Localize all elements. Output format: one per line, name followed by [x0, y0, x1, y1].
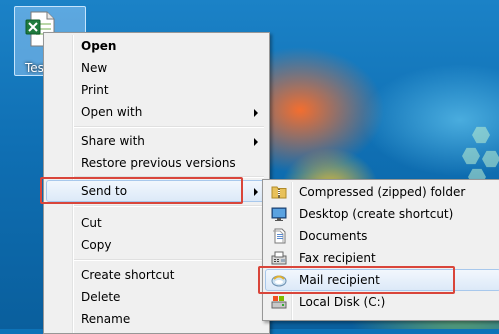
menu-item-new[interactable]: New [46, 57, 266, 79]
menu-item-open-with[interactable]: Open with [46, 101, 266, 123]
submenu-item-label: Local Disk (C:) [299, 295, 386, 309]
menu-item-label: Restore previous versions [81, 156, 236, 170]
menu-item-create-shortcut[interactable]: Create shortcut [46, 264, 266, 286]
menu-item-print[interactable]: Print [46, 79, 266, 101]
menu-separator [74, 259, 264, 261]
send-to-local-disk[interactable]: Local Disk (C:) [265, 291, 499, 313]
menu-item-restore-previous-versions[interactable]: Restore previous versions [46, 152, 266, 174]
menu-item-cut[interactable]: Cut [46, 212, 266, 234]
fax-icon [271, 251, 287, 265]
menu-item-label: Cut [81, 216, 102, 230]
menu-item-rename[interactable]: Rename [46, 308, 266, 330]
menu-item-delete[interactable]: Delete [46, 286, 266, 308]
menu-item-label: Delete [81, 290, 121, 304]
send-to-compressed-folder[interactable]: Compressed (zipped) folder [265, 181, 499, 203]
menu-item-label: Open with [81, 105, 143, 119]
menu-separator [74, 126, 264, 128]
menu-item-label: Print [81, 83, 109, 97]
submenu-arrow-icon [254, 138, 258, 146]
submenu-item-label: Documents [299, 229, 368, 243]
send-to-documents[interactable]: Documents [265, 225, 499, 247]
submenu-arrow-icon [254, 188, 258, 196]
send-to-desktop[interactable]: Desktop (create shortcut) [265, 203, 499, 225]
send-to-submenu: Compressed (zipped) folder Desktop (crea… [262, 179, 499, 321]
annotation-box-send-to [40, 177, 243, 204]
menu-item-label: Create shortcut [81, 268, 175, 282]
menu-item-label: Share with [81, 134, 145, 148]
menu-item-open[interactable]: Open [46, 35, 266, 57]
desktop-icon [271, 207, 287, 221]
menu-item-copy[interactable]: Copy [46, 234, 266, 256]
zip-folder-icon [271, 186, 287, 199]
submenu-item-label: Fax recipient [299, 251, 376, 265]
menu-item-label: Copy [81, 238, 112, 252]
submenu-arrow-icon [254, 109, 258, 117]
local-disk-icon [271, 296, 287, 309]
menu-separator [74, 205, 264, 207]
menu-item-label: Rename [81, 312, 131, 326]
menu-item-label: New [81, 61, 108, 75]
annotation-box-mail-recipient [258, 266, 455, 294]
submenu-item-label: Desktop (create shortcut) [299, 207, 454, 221]
menu-item-label: Open [81, 39, 117, 53]
menu-item-share-with[interactable]: Share with [46, 130, 266, 152]
submenu-item-label: Compressed (zipped) folder [299, 185, 466, 199]
documents-icon [273, 228, 286, 244]
